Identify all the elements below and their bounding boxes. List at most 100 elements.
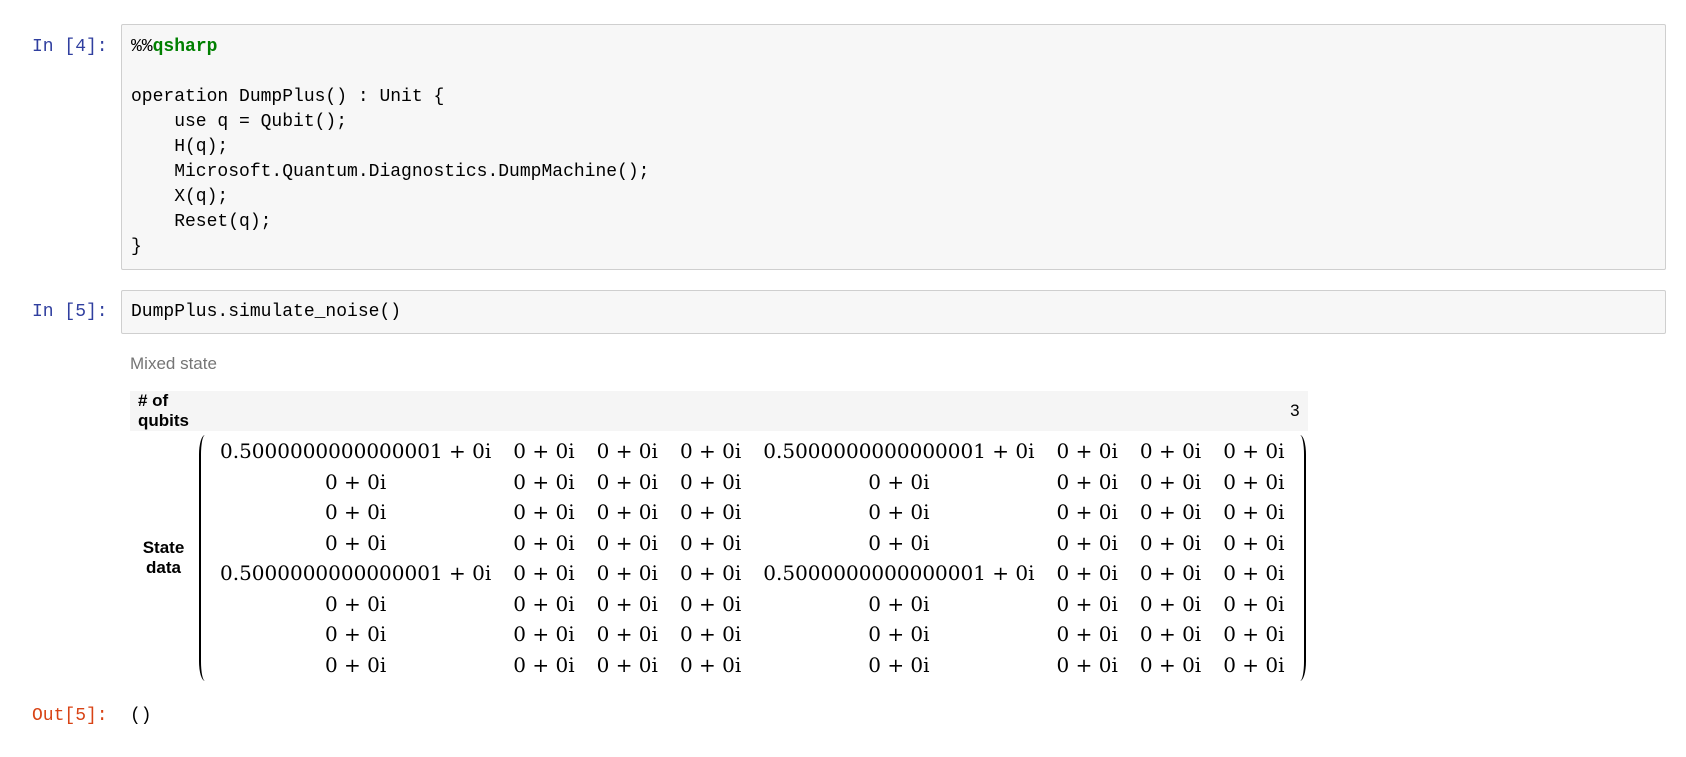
matrix-entry: 0 + 0i	[1223, 439, 1285, 463]
left-paren	[199, 435, 211, 681]
matrix-row: 0 + 0i 0 + 0i 0 + 0i 0 + 0i 0 + 0i 0 + 0i 0 + …	[209, 467, 1296, 498]
matrix-entry: 0 + 0i	[513, 469, 575, 494]
output-prompt: Out[5]:	[32, 706, 108, 726]
matrix-entry: 0 + 0i	[868, 500, 930, 524]
matrix-entry: 0 + 0i	[1139, 591, 1202, 616]
input-prompt: In [4]:	[32, 37, 108, 57]
code-editor[interactable]: DumpPlus.simulate_noise()	[121, 290, 1666, 334]
matrix-entry: 0 + 0i	[324, 500, 387, 524]
output-value: ()	[130, 706, 152, 726]
matrix-entry: 0 + 0i	[1056, 591, 1118, 616]
matrix-entry: 0 + 0i	[513, 561, 575, 585]
matrix-row: 0.5000000000000001 + 0i 0 + 0i 0 + 0i 0 + 0…	[209, 558, 1296, 589]
matrix-entry: 0 + 0i	[324, 469, 387, 494]
matrix-entry: 0 + 0i	[1056, 530, 1118, 555]
code-editor[interactable]: %%qsharp operation DumpPlus() : Unit { u…	[121, 24, 1666, 270]
matrix-entry: 0.5000000000000001 + 0i	[220, 561, 492, 585]
input-prompt: In [5]:	[32, 302, 108, 322]
matrix-entry: 0.5000000000000001 + 0i	[763, 561, 1035, 585]
matrix-row: 0 + 0i 0 + 0i 0 + 0i 0 + 0i 0 + 0i 0 + 0i 0 + …	[209, 589, 1296, 620]
matrix-entry: 0 + 0i	[1056, 469, 1118, 494]
matrix-entry: 0 + 0i	[1056, 622, 1118, 646]
state-data-label: State data	[142, 538, 185, 577]
qubits-label: # of qubits	[130, 391, 197, 431]
qubits-value: 3	[197, 391, 1308, 431]
matrix-entry: 0 + 0i	[513, 591, 575, 616]
matrix-entry: 0 + 0i	[513, 622, 575, 646]
matrix-entry: 0 + 0i	[1056, 439, 1118, 463]
matrix-entry: 0 + 0i	[679, 500, 742, 524]
matrix-entry: 0 + 0i	[1139, 439, 1202, 463]
matrix-entry: 0 + 0i	[1139, 622, 1202, 646]
matrix-entry: 0 + 0i	[1056, 500, 1118, 524]
code-text[interactable]: %%qsharp operation DumpPlus() : Unit { u…	[122, 25, 1665, 270]
matrix-entry: 0 + 0i	[324, 622, 387, 646]
matrix-grid: 0.5000000000000001 + 0i 0 + 0i 0 + 0i 0 + 0…	[209, 436, 1296, 680]
matrix-entry: 0 + 0i	[513, 500, 575, 524]
matrix-entry: 0 + 0i	[596, 561, 658, 585]
table-row: # of qubits 3	[130, 391, 1308, 431]
magic-command: qsharp	[152, 37, 218, 57]
code-cell-4[interactable]: In [4]: %%qsharp operation DumpPlus() : …	[0, 24, 1686, 272]
matrix-entry: 0 + 0i	[513, 530, 575, 555]
matrix-entry: 0 + 0i	[1223, 530, 1285, 555]
code-line: use q = Qubit();	[131, 112, 348, 132]
matrix-entry: 0 + 0i	[679, 591, 742, 616]
matrix-entry: 0 + 0i	[1056, 561, 1118, 585]
state-table: # of qubits 3 State data 0.5000000000000…	[130, 391, 1308, 685]
matrix-entry: 0 + 0i	[596, 469, 658, 494]
matrix-entry: 0 + 0i	[1139, 500, 1202, 524]
matrix-entry: 0 + 0i	[679, 530, 742, 555]
matrix-entry: 0 + 0i	[324, 530, 387, 555]
matrix-entry: 0 + 0i	[1139, 469, 1202, 494]
matrix-entry: 0 + 0i	[868, 622, 930, 646]
matrix-entry: 0 + 0i	[679, 622, 742, 646]
matrix-entry: 0 + 0i	[679, 652, 742, 677]
matrix-entry: 0 + 0i	[1223, 561, 1285, 585]
matrix-row: 0 + 0i 0 + 0i 0 + 0i 0 + 0i 0 + 0i 0 + 0i 0 + …	[209, 650, 1296, 681]
matrix-entry: 0 + 0i	[513, 652, 575, 677]
matrix-entry: 0.5000000000000001 + 0i	[220, 439, 492, 463]
matrix-row: 0 + 0i 0 + 0i 0 + 0i 0 + 0i 0 + 0i 0 + 0i 0 + …	[209, 497, 1296, 528]
matrix-entry: 0 + 0i	[679, 439, 742, 463]
notebook: In [4]: %%qsharp operation DumpPlus() : …	[0, 0, 1686, 757]
matrix-entry: 0 + 0i	[324, 591, 387, 616]
matrix-entry: 0 + 0i	[596, 530, 658, 555]
code-cell-5[interactable]: In [5]: DumpPlus.simulate_noise()	[0, 290, 1686, 336]
code-line: Microsoft.Quantum.Diagnostics.DumpMachin…	[131, 162, 650, 182]
matrix-entry: 0 + 0i	[679, 561, 742, 585]
code-line: }	[131, 237, 142, 257]
matrix-entry: 0 + 0i	[596, 591, 658, 616]
matrix-row: 0 + 0i 0 + 0i 0 + 0i 0 + 0i 0 + 0i 0 + 0i 0 + …	[209, 619, 1296, 650]
code-line-magic: %%qsharp	[131, 35, 1656, 60]
output-title: Mixed state	[130, 354, 217, 373]
matrix-entry: 0 + 0i	[324, 652, 387, 677]
matrix-entry: 0 + 0i	[868, 530, 930, 555]
code-text[interactable]: DumpPlus.simulate_noise()	[122, 291, 1665, 335]
matrix-entry: 0 + 0i	[596, 622, 658, 646]
matrix-row: 0.5000000000000001 + 0i 0 + 0i 0 + 0i 0 + 0…	[209, 436, 1296, 467]
matrix-entry: 0 + 0i	[596, 500, 658, 524]
matrix-entry: 0 + 0i	[1223, 591, 1285, 616]
magic-prefix: %%	[131, 37, 153, 57]
code-line: Reset(q);	[131, 212, 272, 232]
matrix-entry: 0 + 0i	[1223, 500, 1285, 524]
matrix-entry: 0 + 0i	[1223, 622, 1285, 646]
matrix-entry: 0 + 0i	[1139, 561, 1202, 585]
matrix-entry: 0 + 0i	[868, 591, 930, 616]
matrix-entry: 0 + 0i	[1223, 469, 1285, 494]
matrix-entry: 0 + 0i	[1139, 652, 1202, 677]
matrix-row: 0 + 0i 0 + 0i 0 + 0i 0 + 0i 0 + 0i 0 + 0i 0 + …	[209, 528, 1296, 559]
table-row: State data 0.5000000000000001 + 0i 0 + 0i…	[130, 431, 1308, 685]
code-line: H(q);	[131, 137, 229, 157]
code-line: operation DumpPlus() : Unit {	[131, 87, 445, 107]
code-line: X(q);	[131, 187, 229, 207]
matrix-entry: 0 + 0i	[1223, 652, 1285, 677]
matrix-entry: 0 + 0i	[868, 652, 930, 677]
matrix-entry: 0 + 0i	[513, 439, 575, 463]
matrix-entry: 0 + 0i	[596, 439, 658, 463]
matrix-entry: 0.5000000000000001 + 0i	[763, 439, 1035, 463]
matrix-entry: 0 + 0i	[868, 469, 930, 494]
state-matrix: 0.5000000000000001 + 0i 0 + 0i 0 + 0i 0 + 0…	[197, 431, 1308, 685]
